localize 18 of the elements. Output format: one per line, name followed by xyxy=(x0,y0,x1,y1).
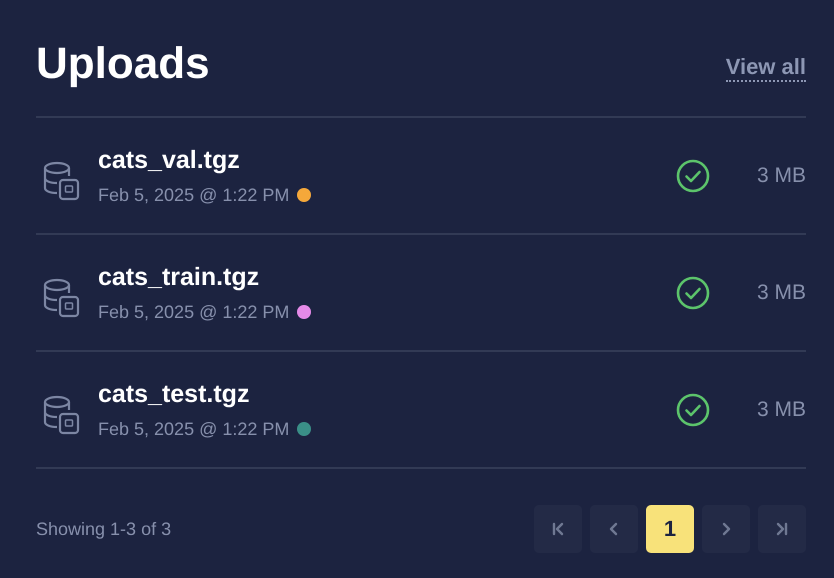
bar-chevron-icon xyxy=(774,521,790,537)
page-button[interactable]: 1 xyxy=(646,505,694,553)
view-all-link[interactable]: View all xyxy=(726,54,806,82)
pagination-summary: Showing 1-3 of 3 xyxy=(36,518,172,540)
file-size: 3 MB xyxy=(756,398,806,422)
file-size: 3 MB xyxy=(756,280,806,304)
page-title: Uploads xyxy=(36,38,210,90)
file-name: cats_train.tgz xyxy=(98,262,260,292)
upload-date: Feb 5, 2025 @ 1:22 PM xyxy=(98,302,290,322)
file-size: 3 MB xyxy=(756,164,806,188)
upload-date: Feb 5, 2025 @ 1:22 PM xyxy=(98,418,290,440)
database-file-icon xyxy=(42,160,80,202)
file-name: cats_test.tgz xyxy=(98,380,250,408)
upload-date: Feb 5, 2025 @ 1:22 PM xyxy=(98,184,290,206)
bar-chevron-icon xyxy=(550,521,566,537)
file-name: cats_val.tgz xyxy=(98,146,241,174)
database-file-icon xyxy=(42,276,80,318)
database-file-icon xyxy=(42,394,80,436)
